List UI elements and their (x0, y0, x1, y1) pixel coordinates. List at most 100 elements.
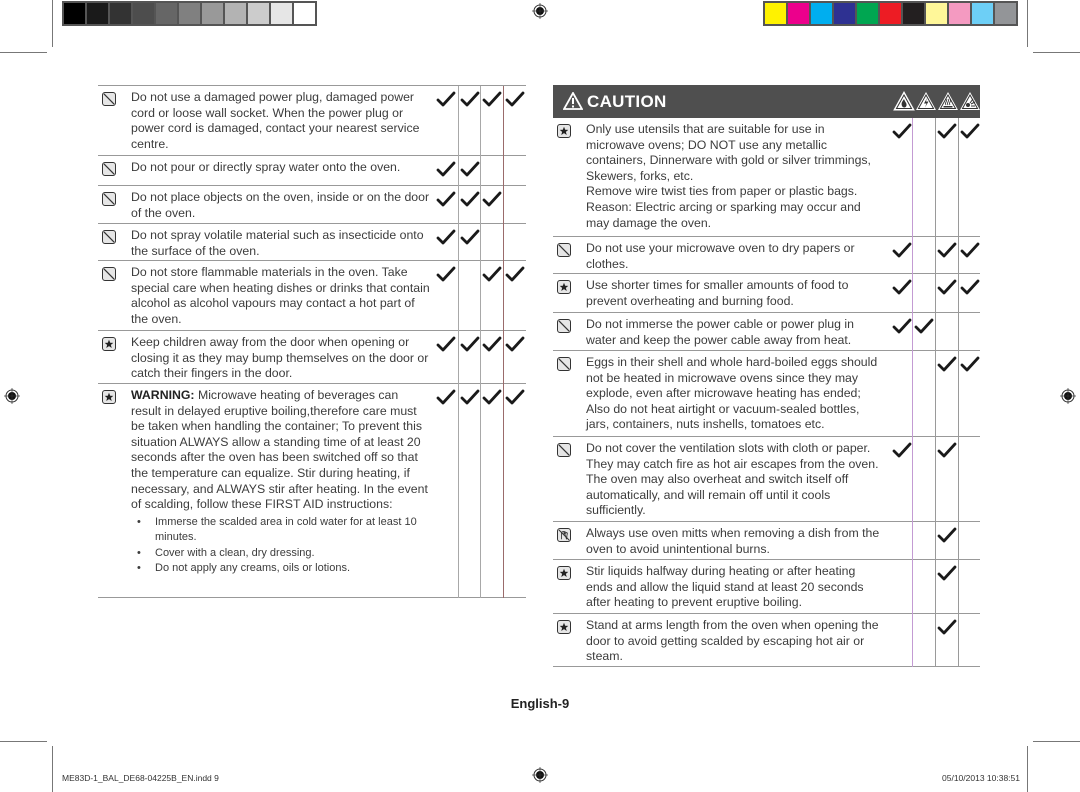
star-icon (557, 280, 571, 294)
table-row: Do not immerse the power cable or power … (553, 313, 980, 351)
prohibited-icon (557, 443, 571, 457)
row-text-body: Do not spray volatile material such as i… (131, 228, 424, 258)
check-mark-icon (435, 88, 459, 110)
star-icon (557, 566, 571, 580)
color-swatch (133, 3, 154, 24)
star-icon (557, 124, 571, 138)
registration-mark-icon (532, 767, 548, 783)
check-mark-icon (435, 226, 459, 248)
row-text: Do not place objects on the oven, inside… (131, 190, 431, 221)
check-mark-icon (504, 386, 528, 408)
warning-label: WARNING: (131, 388, 195, 402)
caution-table: Only use utensils that are suitable for … (553, 118, 980, 667)
row-text: Do not spray volatile material such as i… (131, 228, 431, 259)
color-swatch (179, 3, 200, 24)
check-mark-icon (504, 263, 528, 285)
color-swatch (271, 3, 292, 24)
column-divider (935, 118, 936, 667)
row-text-body: Only use utensils that are suitable for … (586, 122, 871, 230)
color-swatch (765, 3, 786, 24)
page-number: English-9 (510, 696, 570, 711)
prohibited-icon (102, 230, 116, 244)
check-mark-icon (936, 353, 960, 375)
color-swatch (857, 3, 878, 24)
row-text-body: Use shorter times for smaller amounts of… (586, 278, 849, 308)
fire-hazard-icon (893, 90, 915, 112)
check-mark-icon (435, 263, 459, 285)
color-swatch (64, 3, 85, 24)
check-mark-icon (959, 353, 983, 375)
process-color-bar (763, 1, 1018, 26)
caution-header: CAUTION (553, 85, 980, 118)
row-text: Only use utensils that are suitable for … (586, 122, 882, 231)
caution-title: CAUTION (587, 92, 667, 111)
color-swatch (110, 3, 131, 24)
check-mark-icon (959, 120, 983, 142)
prohibited-icon (557, 319, 571, 333)
row-text: Do not use a damaged power plug, damaged… (131, 90, 431, 152)
table-row: Always use oven mitts when removing a di… (553, 522, 980, 560)
column-divider (480, 86, 481, 598)
row-text: Keep children away from the door when op… (131, 335, 431, 382)
row-text: Always use oven mitts when removing a di… (586, 526, 882, 557)
table-row: Do not use your microwave oven to dry pa… (553, 237, 980, 274)
prohibited-icon (102, 162, 116, 176)
row-text-body: Do not use your microwave oven to dry pa… (586, 241, 855, 271)
check-mark-icon (504, 88, 528, 110)
column-divider (458, 86, 459, 598)
row-text: Do not cover the ventilation slots with … (586, 441, 882, 519)
crop-mark (1033, 52, 1080, 53)
star-icon (102, 337, 116, 351)
table-row: Do not pour or directly spray water onto… (98, 156, 526, 186)
prohibited-icon (102, 192, 116, 206)
row-text: WARNING: Microwave heating of beverages … (131, 388, 431, 577)
table-row: Stir liquids halfway during heating or a… (553, 560, 980, 614)
check-mark-icon (481, 333, 505, 355)
crop-mark (0, 52, 47, 53)
check-mark-icon (481, 188, 505, 210)
column-divider (503, 86, 504, 598)
color-swatch (880, 3, 901, 24)
registration-mark-icon (532, 3, 548, 19)
crop-mark (52, 746, 53, 792)
check-mark-icon (435, 386, 459, 408)
table-row: Eggs in their shell and whole hard-boile… (553, 351, 980, 437)
check-mark-icon (936, 524, 960, 546)
crop-mark (1033, 741, 1080, 742)
star-icon (557, 620, 571, 634)
color-swatch (903, 3, 924, 24)
table-row: Do not cover the ventilation slots with … (553, 437, 980, 522)
check-mark-icon (504, 333, 528, 355)
check-mark-icon (913, 315, 937, 337)
row-text-body: Always use oven mitts when removing a di… (586, 526, 880, 556)
check-mark-icon (435, 333, 459, 355)
column-divider (958, 118, 959, 667)
check-mark-icon (959, 276, 983, 298)
check-mark-icon (936, 120, 960, 142)
oven-mitt-icon (557, 528, 571, 542)
row-text-body: Microwave heating of beverages can resul… (131, 388, 428, 512)
row-text-body: Stand at arms length from the oven when … (586, 618, 879, 664)
row-text: Eggs in their shell and whole hard-boile… (586, 355, 882, 433)
color-swatch (949, 3, 970, 24)
table-row: Stand at arms length from the oven when … (553, 614, 980, 667)
column-divider (912, 118, 913, 667)
hot-surface-icon (937, 90, 959, 112)
prohibited-icon (557, 357, 571, 371)
first-aid-item: Do not apply any creams, oils or lotions… (137, 561, 431, 577)
row-text: Use shorter times for smaller amounts of… (586, 278, 882, 309)
star-icon (102, 390, 116, 404)
check-mark-icon (481, 386, 505, 408)
color-swatch (972, 3, 993, 24)
table-row: Do not place objects on the oven, inside… (98, 186, 526, 224)
registration-mark-icon (1060, 388, 1076, 404)
row-text: Do not pour or directly spray water onto… (131, 160, 431, 176)
check-mark-icon (936, 616, 960, 638)
color-swatch (87, 3, 108, 24)
row-text: Stand at arms length from the oven when … (586, 618, 882, 665)
row-text: Do not store flammable materials in the … (131, 265, 431, 327)
electric-shock-icon (915, 90, 937, 112)
table-row: Only use utensils that are suitable for … (553, 118, 980, 237)
check-mark-icon (481, 88, 505, 110)
check-mark-icon (936, 562, 960, 584)
